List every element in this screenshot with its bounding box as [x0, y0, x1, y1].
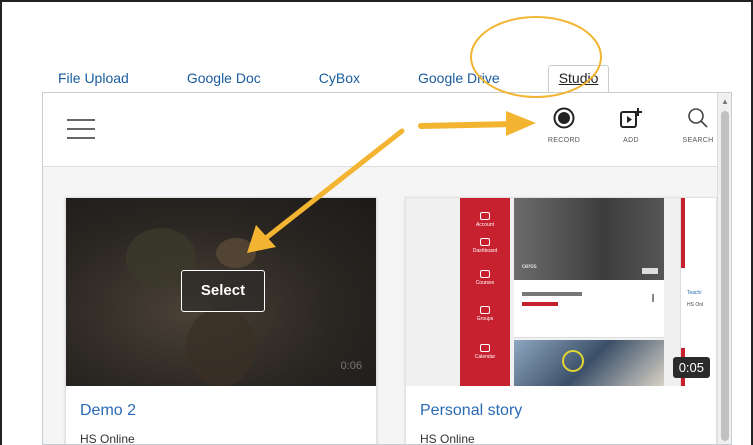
arrow-to-record — [418, 121, 515, 129]
annotation-arrows — [247, 111, 536, 253]
arrow-head-icon — [247, 225, 276, 253]
arrow-to-select — [263, 128, 405, 241]
arrow-head-icon — [506, 111, 536, 136]
